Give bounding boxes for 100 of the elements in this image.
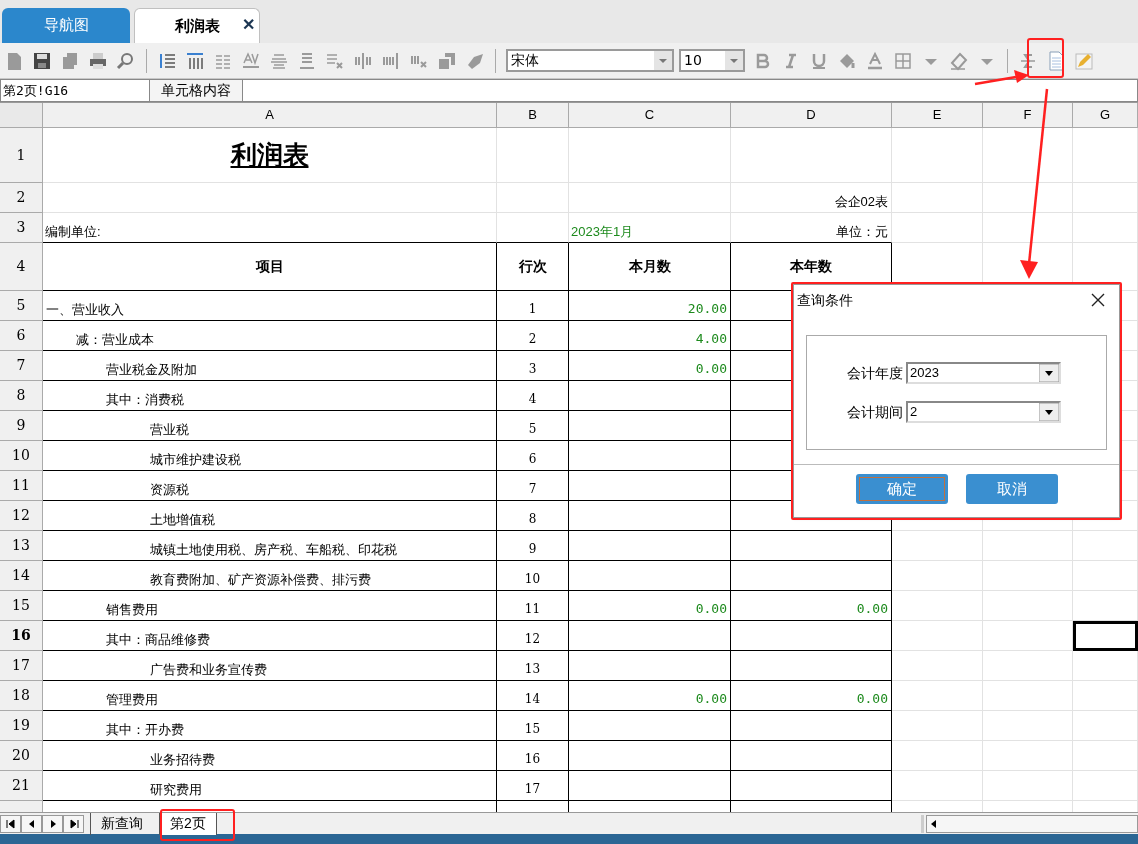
copy-icon[interactable] xyxy=(60,50,80,71)
column-header[interactable]: B xyxy=(497,103,569,128)
row-header[interactable]: 5 xyxy=(0,291,43,321)
table-cell: 行次 xyxy=(497,243,569,291)
distribute-right-icon[interactable] xyxy=(381,50,401,71)
row-header[interactable]: 17 xyxy=(0,651,43,681)
table-cell xyxy=(497,213,569,243)
table-cell: 广告费和业务宣传费 xyxy=(43,651,497,681)
sheet-tab[interactable]: 第2页 xyxy=(159,812,217,835)
select-all-corner[interactable] xyxy=(0,103,43,128)
row-header[interactable]: 2 xyxy=(0,183,43,213)
table-cell: 4 xyxy=(497,381,569,411)
dialog-title: 查询条件 xyxy=(797,290,854,310)
row-header[interactable]: 14 xyxy=(0,561,43,591)
table-cell: 城镇土地使用税、房产税、车船税、印花税 xyxy=(43,531,497,561)
row-header[interactable]: 10 xyxy=(0,441,43,471)
font-color-icon[interactable] xyxy=(865,50,885,71)
table-cell: 教育费附加、矿产资源补偿费、排污费 xyxy=(43,561,497,591)
horizontal-scrollbar[interactable] xyxy=(925,814,1138,833)
table-cell: 13 xyxy=(497,651,569,681)
table-cell xyxy=(1073,711,1138,741)
table-cell: 管理费用 xyxy=(43,681,497,711)
row-header[interactable]: 9 xyxy=(0,411,43,441)
formula-input-field[interactable] xyxy=(242,79,1138,102)
document-tab[interactable]: 导航图 xyxy=(2,8,130,43)
border-icon[interactable] xyxy=(893,50,913,71)
dropdown-field[interactable]: 2 xyxy=(906,401,1061,423)
table-cell: 0.00 xyxy=(569,351,731,381)
table-cell: 0.00 xyxy=(731,681,892,711)
dropdown-arrow-icon[interactable] xyxy=(1039,364,1059,382)
row-header[interactable]: 21 xyxy=(0,771,43,801)
row-header[interactable]: 13 xyxy=(0,531,43,561)
table-cell: 城市维护建设税 xyxy=(43,441,497,471)
close-button[interactable]: ✕ xyxy=(242,17,255,33)
table-cell: 资源税 xyxy=(43,471,497,501)
table-cell xyxy=(1073,561,1138,591)
table-cell: 2023年1月 xyxy=(569,213,731,243)
row-header[interactable]: 20 xyxy=(0,741,43,771)
merge-icon[interactable] xyxy=(437,50,457,71)
column-header[interactable]: D xyxy=(731,103,892,128)
row-header[interactable]: 7 xyxy=(0,351,43,381)
row-header[interactable]: 12 xyxy=(0,501,43,531)
table-cell: 11 xyxy=(497,591,569,621)
distribute-icon[interactable] xyxy=(353,50,373,71)
row-header[interactable]: 11 xyxy=(0,471,43,501)
table-cell: 单位：元 xyxy=(731,213,892,243)
spacing-icon[interactable] xyxy=(241,50,261,71)
table-cell: 0.00 xyxy=(569,681,731,711)
cell-reference-field[interactable]: 第2页!G16 xyxy=(0,79,150,102)
table-cell: 一、营业收入 xyxy=(43,291,497,321)
table-cell xyxy=(1073,681,1138,711)
table-cell: 研究费用 xyxy=(43,771,497,801)
row-header[interactable]: 19 xyxy=(0,711,43,741)
row-header[interactable]: 8 xyxy=(0,381,43,411)
table-cell: 7 xyxy=(497,471,569,501)
column-header[interactable]: E xyxy=(892,103,983,128)
field-label: 会计年度 xyxy=(847,363,903,383)
column-header[interactable]: G xyxy=(1073,103,1138,128)
table-cell: 8 xyxy=(497,501,569,531)
table-cell: 项目 xyxy=(43,243,497,291)
table-cell: 利润表 xyxy=(43,128,497,183)
table-cell: 9 xyxy=(497,531,569,561)
selected-cell[interactable] xyxy=(1073,621,1138,651)
table-cell xyxy=(497,128,569,183)
table-cell: 5 xyxy=(497,411,569,441)
table-cell: 其中：商品维修费 xyxy=(43,621,497,651)
table-cell xyxy=(1073,531,1138,561)
row-header[interactable]: 4 xyxy=(0,243,43,291)
table-cell: 0.00 xyxy=(731,591,892,621)
row-header[interactable]: 15 xyxy=(0,591,43,621)
column-header[interactable]: A xyxy=(43,103,497,128)
row-header[interactable]: 6 xyxy=(0,321,43,351)
font-size-dropdown[interactable]: 10 xyxy=(679,49,745,72)
table-cell xyxy=(1073,741,1138,771)
close-icon[interactable] xyxy=(1091,293,1105,307)
font-dropdown[interactable]: 宋体 xyxy=(506,49,674,72)
row-header[interactable]: 3 xyxy=(0,213,43,243)
column-spacing-icon[interactable] xyxy=(185,50,205,71)
print-icon[interactable] xyxy=(88,50,108,71)
dropdown-arrow-icon[interactable] xyxy=(1039,403,1059,421)
save-icon[interactable] xyxy=(32,50,52,71)
table-cell: 1 xyxy=(497,291,569,321)
document-tab[interactable]: 利润表 ✕ xyxy=(134,8,260,43)
search-icon[interactable] xyxy=(116,50,136,71)
eraser-icon[interactable] xyxy=(949,50,969,71)
table-cell: 15 xyxy=(497,711,569,741)
dropdown-field[interactable]: 2023 xyxy=(906,362,1061,384)
edit-picture-icon[interactable] xyxy=(1074,50,1094,71)
table-cell: 6 xyxy=(497,441,569,471)
column-header[interactable]: F xyxy=(983,103,1073,128)
table-cell: 土地增值税 xyxy=(43,501,497,531)
row-header[interactable]: 18 xyxy=(0,681,43,711)
column-header[interactable]: C xyxy=(569,103,731,128)
table-cell xyxy=(1073,651,1138,681)
table-cell: 其中：消费税 xyxy=(43,381,497,411)
table-cell: 20.00 xyxy=(569,291,731,321)
row-header[interactable]: 16 xyxy=(0,621,43,651)
table-cell: 减：营业成本 xyxy=(43,321,497,351)
row-header[interactable]: 1 xyxy=(0,128,43,183)
align-bottom-icon[interactable] xyxy=(297,50,317,71)
